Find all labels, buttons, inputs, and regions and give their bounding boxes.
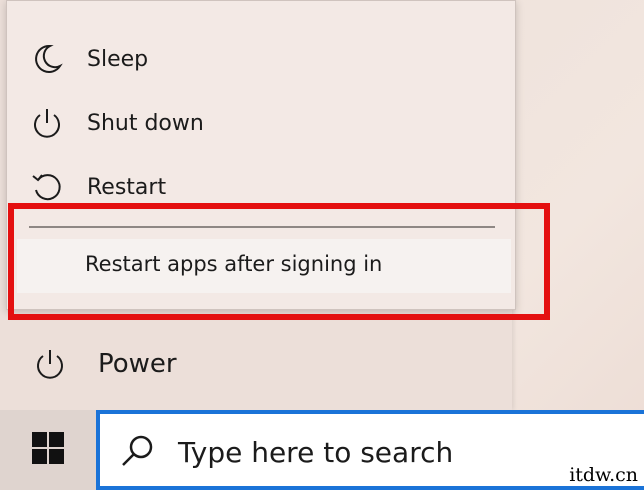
restart-apps-option[interactable]: Restart apps after signing in [17,239,511,293]
search-placeholder: Type here to search [178,436,454,469]
windows-logo-icon [31,431,65,469]
power-options-menu: Sleep Shut down Restart Restart apps aft… [6,0,516,310]
shut-down-label: Shut down [87,110,204,136]
search-box[interactable]: Type here to search [96,410,644,490]
watermark: itdw.cn [569,464,638,486]
search-icon [118,432,158,472]
menu-item-sleep[interactable]: Sleep [7,29,515,89]
restart-icon [29,169,65,205]
menu-item-restart[interactable]: Restart [7,157,515,217]
menu-item-shut-down[interactable]: Shut down [7,93,515,153]
taskbar: Type here to search [0,410,644,490]
power-icon [32,346,68,382]
start-button[interactable] [0,410,96,490]
moon-icon [29,41,65,77]
restart-label: Restart [87,174,167,200]
menu-divider [29,226,495,228]
power-icon [29,105,65,141]
restart-apps-label: Restart apps after signing in [85,252,383,276]
power-label: Power [98,349,177,379]
power-button[interactable]: Power [0,333,512,395]
sleep-label: Sleep [87,46,149,72]
start-menu: Sleep Shut down Restart Restart apps aft… [0,0,550,410]
